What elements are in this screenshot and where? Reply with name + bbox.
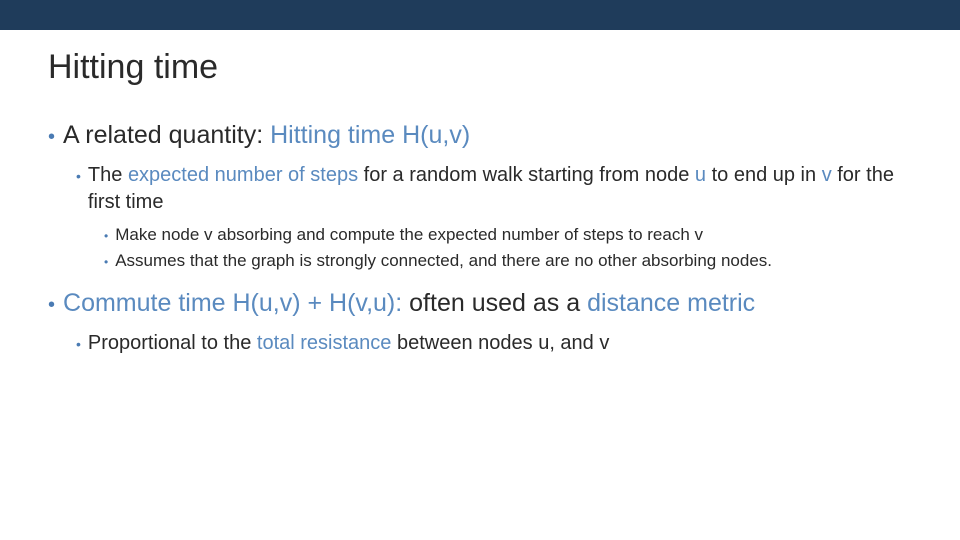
text-fragment: between nodes u, and v <box>391 332 609 354</box>
highlight-text: distance metric <box>587 289 755 317</box>
top-accent-bar <box>0 0 960 30</box>
bullet-text: Proportional to the total resistance bet… <box>88 330 609 357</box>
highlight-text: total resistance <box>257 332 392 354</box>
bullet-level2: • The expected number of steps for a ran… <box>76 162 920 216</box>
bullet-text: Commute time H(u,v) + H(v,u): often used… <box>63 287 755 320</box>
bullet-level1: • A related quantity: Hitting time H(u,v… <box>48 119 920 152</box>
highlight-text: Hitting time H(u,v) <box>270 121 470 149</box>
slide-title: Hitting time <box>48 48 920 87</box>
slide-content: Hitting time • A related quantity: Hitti… <box>0 30 960 357</box>
bullet-level3: • Assumes that the graph is strongly con… <box>104 250 920 273</box>
bullet-dot-icon: • <box>48 295 55 315</box>
text-fragment: A related quantity: <box>63 121 270 149</box>
bullet-level3: • Make node v absorbing and compute the … <box>104 224 920 247</box>
bullet-text: Assumes that the graph is strongly conne… <box>115 250 772 273</box>
highlight-text: v <box>822 164 832 186</box>
bullet-dot-icon: • <box>76 169 81 183</box>
text-fragment: Proportional to the <box>88 332 257 354</box>
bullet-level1: • Commute time H(u,v) + H(v,u): often us… <box>48 287 920 320</box>
bullet-level2: • Proportional to the total resistance b… <box>76 330 920 357</box>
text-fragment: often used as a <box>402 289 587 317</box>
text-fragment: The <box>88 164 128 186</box>
bullet-text: Make node v absorbing and compute the ex… <box>115 224 703 247</box>
highlight-text: expected number of steps <box>128 164 358 186</box>
bullet-dot-icon: • <box>76 337 81 351</box>
spacer <box>48 277 920 287</box>
highlight-text: u <box>695 164 706 186</box>
bullet-dot-icon: • <box>104 230 108 242</box>
text-fragment: for a random walk starting from node <box>358 164 695 186</box>
highlight-text: Commute time H(u,v) + H(v,u): <box>63 289 402 317</box>
bullet-dot-icon: • <box>48 127 55 147</box>
bullet-text: The expected number of steps for a rando… <box>88 162 920 216</box>
bullet-dot-icon: • <box>104 256 108 268</box>
text-fragment: to end up in <box>706 164 822 186</box>
bullet-text: A related quantity: Hitting time H(u,v) <box>63 119 470 152</box>
